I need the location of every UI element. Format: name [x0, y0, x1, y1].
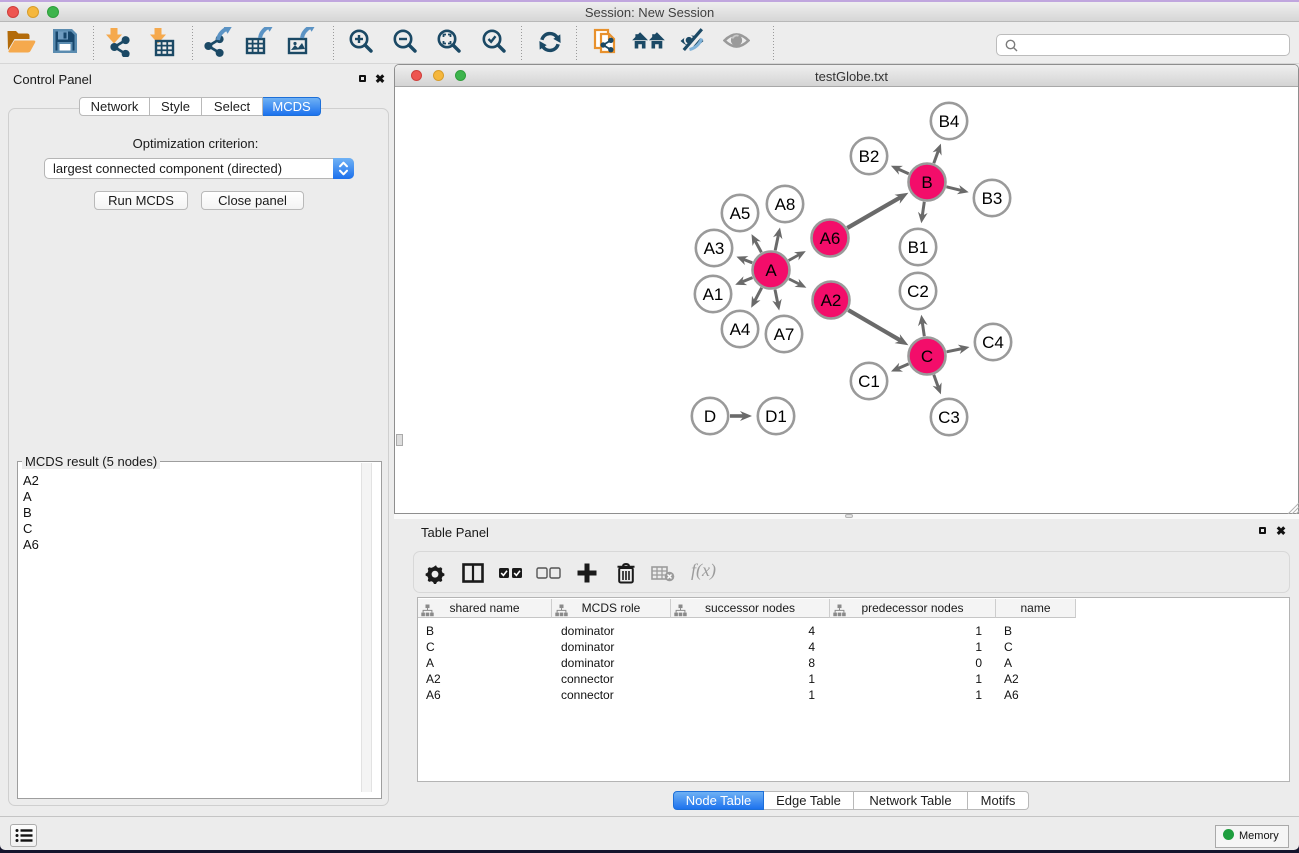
svg-text:D: D — [704, 407, 716, 426]
svg-text:A6: A6 — [820, 229, 841, 248]
svg-text:B4: B4 — [939, 112, 960, 131]
svg-text:A4: A4 — [730, 320, 751, 339]
svg-text:A8: A8 — [775, 195, 796, 214]
svg-text:A2: A2 — [821, 291, 842, 310]
svg-text:B: B — [921, 173, 932, 192]
svg-text:A7: A7 — [774, 325, 795, 344]
svg-text:D1: D1 — [765, 407, 787, 426]
svg-text:C2: C2 — [907, 282, 929, 301]
svg-text:C4: C4 — [982, 333, 1004, 352]
svg-text:C: C — [921, 347, 933, 366]
svg-text:C1: C1 — [858, 372, 880, 391]
svg-text:A5: A5 — [730, 204, 751, 223]
svg-text:A3: A3 — [704, 239, 725, 258]
svg-text:B3: B3 — [982, 189, 1003, 208]
svg-text:A: A — [765, 261, 777, 280]
svg-text:A1: A1 — [703, 285, 724, 304]
svg-text:B2: B2 — [859, 147, 880, 166]
svg-text:B1: B1 — [908, 238, 929, 257]
svg-text:C3: C3 — [938, 408, 960, 427]
